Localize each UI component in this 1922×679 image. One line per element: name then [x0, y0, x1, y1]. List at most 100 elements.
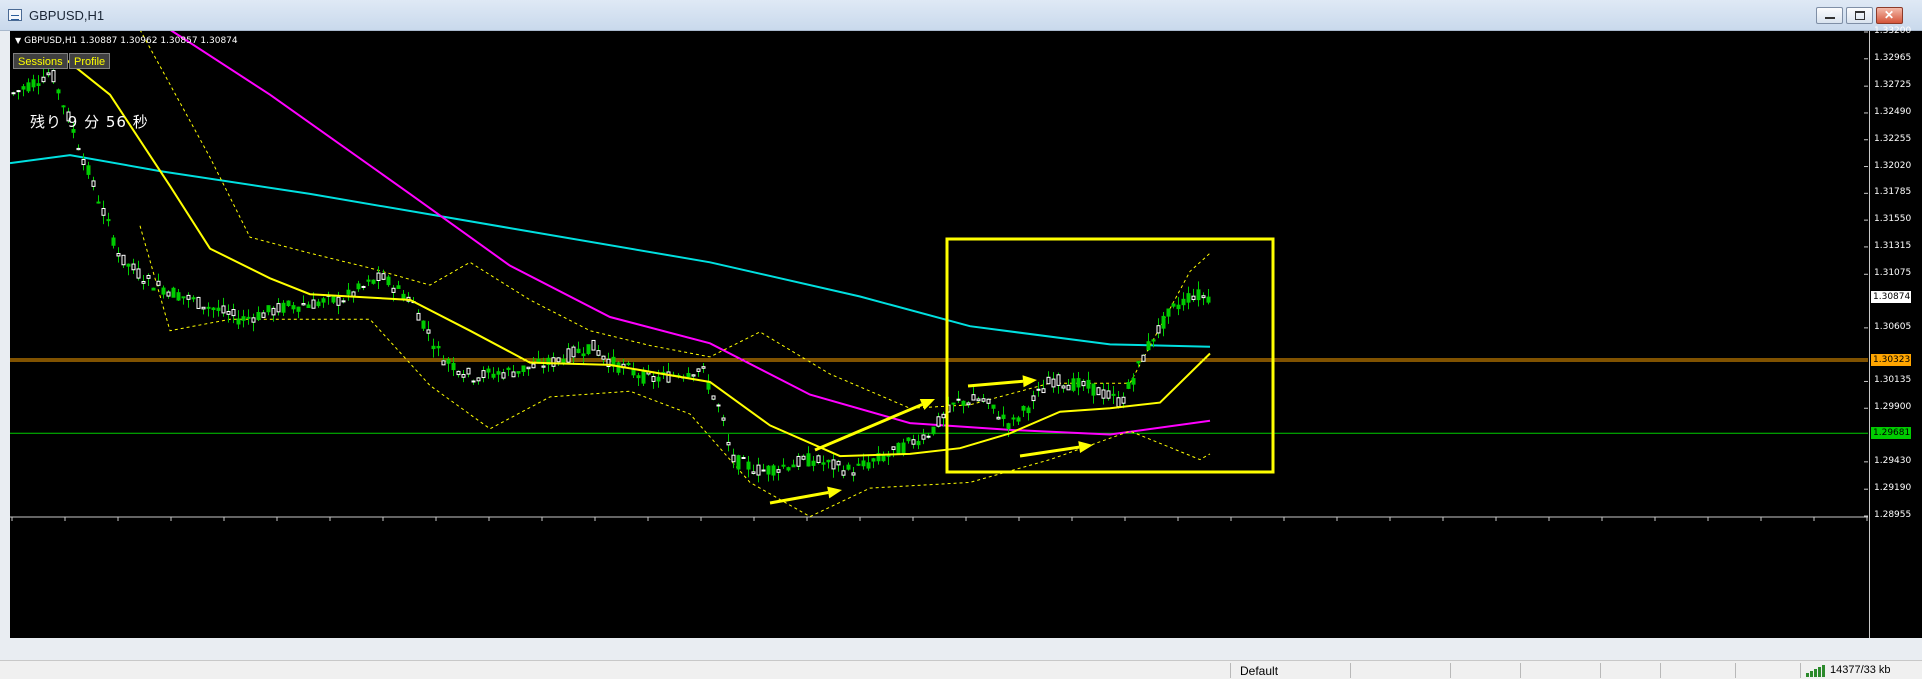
- close-button[interactable]: ✕: [1876, 7, 1903, 24]
- candle-bull: [441, 360, 446, 366]
- candle-bull: [741, 457, 746, 460]
- close-icon: ✕: [1884, 8, 1895, 22]
- maximize-button[interactable]: [1846, 7, 1873, 24]
- candle-bull: [156, 280, 161, 286]
- candle-bear: [446, 359, 451, 364]
- candle-bear: [686, 373, 691, 378]
- candle-bear: [1021, 405, 1026, 411]
- candle-bear: [991, 404, 996, 409]
- chart-canvas[interactable]: [10, 31, 1922, 638]
- bollinger-upper-line: [140, 31, 1211, 409]
- candle-bull: [571, 346, 576, 358]
- candle-bear: [576, 348, 581, 354]
- candle-bear: [346, 289, 351, 295]
- candle-bull: [501, 372, 506, 379]
- status-profile: Default: [1240, 664, 1279, 678]
- candle-bull: [751, 471, 756, 474]
- candle-bear: [171, 287, 176, 298]
- candle-bull: [276, 303, 281, 313]
- candle-bull: [591, 339, 596, 351]
- connection-traffic: 14377/33 kb: [1830, 664, 1891, 676]
- minimize-button[interactable]: [1816, 7, 1843, 24]
- candle-bear: [826, 459, 831, 463]
- price-tick-label: 1.28955: [1874, 510, 1912, 520]
- candle-bear: [781, 464, 786, 467]
- candle-bull: [1066, 384, 1071, 391]
- candle-bear: [811, 460, 816, 466]
- price-tick-label: 1.31075: [1874, 268, 1912, 279]
- candle-bear: [191, 297, 196, 300]
- candle-bull: [996, 416, 1001, 420]
- candle-bull: [966, 402, 971, 406]
- candle-bear: [636, 375, 641, 379]
- candle-bear: [236, 318, 241, 325]
- candle-bear: [256, 311, 261, 320]
- candle-bull: [16, 90, 21, 93]
- status-separator: [1735, 663, 1736, 678]
- candle-bull: [391, 287, 396, 293]
- candle-bear: [736, 455, 741, 470]
- candle-bull: [761, 469, 766, 472]
- price-chart[interactable]: ▼ GBPUSD,H1 1.30887 1.30962 1.30857 1.308…: [10, 26, 1922, 638]
- candle-bear: [451, 362, 456, 371]
- candle-bull: [351, 291, 356, 297]
- candle-bear: [536, 358, 541, 363]
- candle-bull: [1101, 389, 1106, 399]
- candle-bear: [706, 381, 711, 390]
- candle-bear: [846, 464, 851, 470]
- sessions-button[interactable]: Sessions: [13, 53, 68, 69]
- candle-bull: [481, 370, 486, 379]
- candle-bear: [126, 263, 131, 267]
- candle-bear: [331, 296, 336, 303]
- candle-bear: [616, 362, 621, 373]
- candle-bear: [961, 400, 966, 406]
- candle-bull: [1031, 395, 1036, 402]
- arrow-icon: [769, 486, 842, 505]
- candle-bull: [136, 268, 141, 279]
- candle-bull: [776, 469, 781, 473]
- candle-bull: [271, 307, 276, 316]
- candle-bull: [196, 296, 201, 309]
- candle-bear: [26, 82, 31, 92]
- candle-bull: [851, 472, 856, 476]
- candle-bear: [151, 287, 156, 291]
- collapse-caret-icon[interactable]: ▼: [15, 36, 21, 45]
- candle-bull: [91, 180, 96, 187]
- candle-bull: [251, 317, 256, 323]
- candle-bear: [21, 86, 26, 90]
- candle-bull: [226, 311, 231, 315]
- candle-bear: [896, 442, 901, 455]
- price-tick-label: 1.30605: [1874, 321, 1912, 332]
- candle-bear: [506, 367, 511, 370]
- candle-bear: [1001, 414, 1006, 419]
- candle-bear: [161, 287, 166, 295]
- status-bar: Default 14377/33 kb: [0, 660, 1922, 679]
- candle-bull: [76, 147, 81, 151]
- profile-button[interactable]: Profile: [69, 53, 111, 69]
- candle-bear: [1016, 417, 1021, 422]
- candle-bull: [116, 253, 121, 257]
- candle-bull: [651, 376, 656, 382]
- candle-bear: [386, 276, 391, 286]
- candle-bull: [601, 355, 606, 360]
- price-axis[interactable]: 1.33200 1.32965 1.32725 1.32490 1.32255 1.320…: [1869, 26, 1922, 638]
- status-separator: [1520, 663, 1521, 678]
- candle-bear: [786, 467, 791, 471]
- candle-bear: [246, 316, 251, 319]
- candle-bull: [361, 285, 366, 288]
- candle-bull: [261, 312, 266, 318]
- candle-bull: [201, 306, 206, 310]
- candle-bear: [1146, 341, 1151, 351]
- candle-bull: [476, 377, 481, 382]
- candle-bear: [366, 279, 371, 282]
- candle-bear: [1161, 315, 1166, 329]
- candle-bear: [496, 371, 501, 375]
- candle-bear: [321, 298, 326, 303]
- candle-bull: [526, 366, 531, 370]
- status-separator: [1800, 663, 1801, 678]
- candle-bear: [1076, 378, 1081, 388]
- candle-bull: [816, 455, 821, 464]
- candle-bear: [1171, 303, 1176, 307]
- candle-bear: [1026, 407, 1031, 414]
- candle-bear: [871, 458, 876, 462]
